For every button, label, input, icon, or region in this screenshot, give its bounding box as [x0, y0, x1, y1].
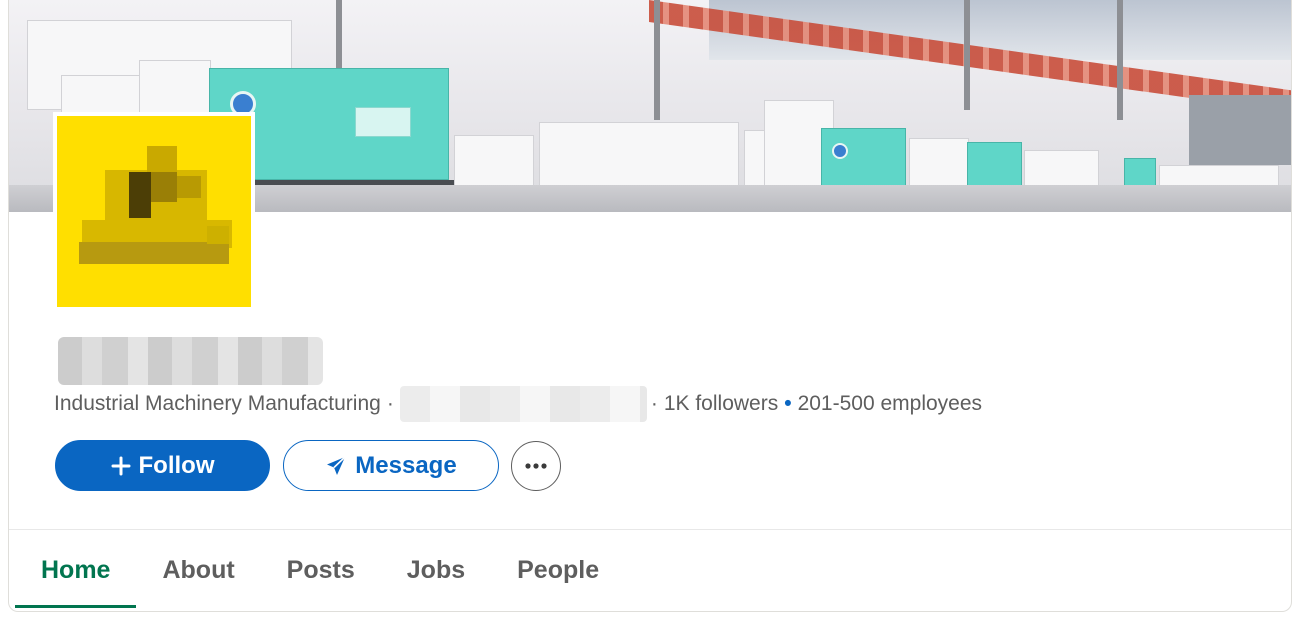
follow-button[interactable]: Follow: [55, 440, 270, 491]
meta-separator-2: ·: [650, 392, 658, 415]
company-profile-card: Industrial Machinery Manufacturing · · 1…: [8, 0, 1292, 612]
message-label: Message: [355, 451, 457, 479]
meta-separator: ·: [386, 392, 394, 415]
industry-text: Industrial Machinery Manufacturing: [54, 392, 381, 415]
page-tabs: Home About Posts Jobs People: [15, 530, 625, 610]
employees-count: 201-500 employees: [797, 392, 983, 415]
meta-bullet: •: [784, 392, 792, 415]
follow-label: Follow: [138, 451, 215, 479]
company-name: [58, 337, 323, 385]
followers-count: 1K followers: [663, 392, 779, 415]
tab-people[interactable]: People: [491, 530, 625, 610]
company-logo: [53, 112, 255, 311]
tab-posts[interactable]: Posts: [261, 530, 381, 610]
company-meta: Industrial Machinery Manufacturing · · 1…: [54, 386, 983, 422]
send-icon: [325, 455, 347, 477]
tab-home[interactable]: Home: [15, 530, 137, 610]
tab-about[interactable]: About: [136, 530, 260, 610]
more-icon: [524, 457, 548, 475]
tab-about-label: About: [162, 555, 235, 584]
more-options-button[interactable]: [511, 441, 561, 491]
tab-home-label: Home: [41, 555, 111, 584]
tab-jobs[interactable]: Jobs: [381, 530, 491, 610]
plus-icon: [111, 456, 131, 476]
tab-jobs-label: Jobs: [406, 555, 466, 584]
tab-people-label: People: [517, 555, 600, 584]
message-button[interactable]: Message: [283, 440, 499, 491]
location-redacted: [399, 386, 647, 422]
tab-posts-label: Posts: [286, 555, 355, 584]
